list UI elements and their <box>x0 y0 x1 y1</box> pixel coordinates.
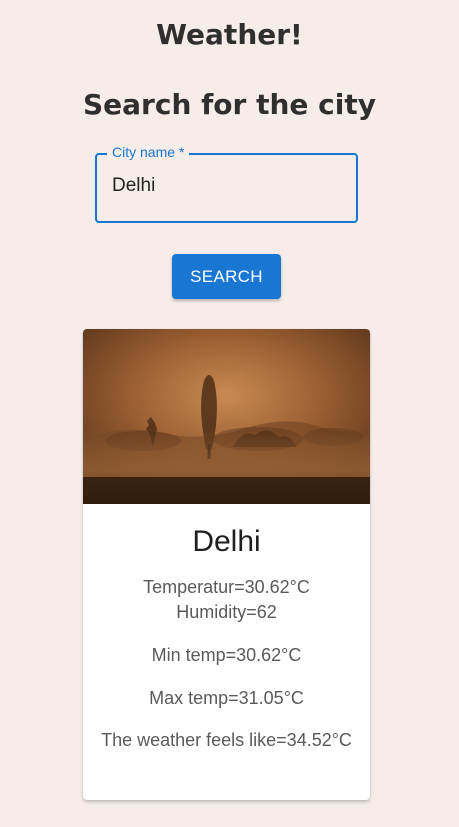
city-name-label: City name * <box>107 144 190 160</box>
city-name-input[interactable] <box>112 175 337 197</box>
humidity-text: Humidity=62 <box>176 602 277 622</box>
max-temp-text: Max temp=31.05°C <box>149 688 304 708</box>
weather-card: Delhi Temperatur=30.62°C Humidity=62 Min… <box>83 329 370 800</box>
city-name: Delhi <box>192 525 261 558</box>
city-name-field[interactable]: City name * <box>95 144 358 223</box>
min-temp-text: Min temp=30.62°C <box>151 645 302 665</box>
app-title: Weather! <box>156 18 303 51</box>
weather-image <box>83 329 370 504</box>
temperature-text: Temperatur=30.62°C <box>143 577 310 597</box>
search-heading: Search for the city <box>82 88 376 121</box>
feels-like-text: The weather feels like=34.52°C <box>101 730 352 750</box>
search-button[interactable]: SEARCH <box>172 254 281 299</box>
